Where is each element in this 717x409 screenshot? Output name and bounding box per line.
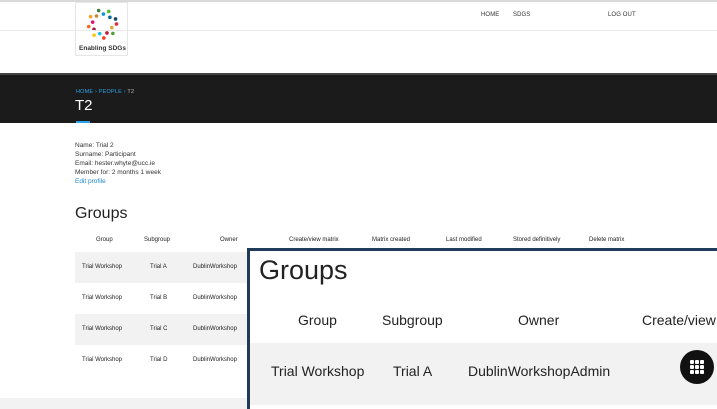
logo-dot (105, 31, 109, 35)
logo-dot (101, 12, 106, 16)
site-logo[interactable]: Enabling SDGs (75, 2, 128, 56)
zoom-cell-owner: DublinWorkshopAdmin (468, 363, 611, 379)
zoom-column-header-owner: Owner (518, 312, 560, 328)
logo-dot (108, 15, 112, 20)
column-header-create-view-matrix: Create/view matrix (289, 237, 339, 243)
page-hero: HOME › PEOPLE › T2 T2 (0, 73, 717, 123)
profile-email: Email: hester.whyte@ucc.ie (75, 160, 155, 167)
logo-dot (113, 17, 118, 21)
profile-surname: Surname: Participant (75, 151, 136, 158)
cell-subgroup: Trial B (150, 295, 168, 301)
column-header-group: Group (96, 237, 113, 243)
logo-text: Enabling SDGs (79, 45, 126, 52)
nav-logout[interactable]: LOG OUT (608, 12, 636, 18)
title-accent-bar (76, 121, 90, 123)
column-header-stored-definitively: Stored definitively (513, 237, 561, 243)
nav-home[interactable]: HOME (481, 12, 499, 18)
edit-profile-link[interactable]: Edit profile (75, 177, 161, 186)
zoom-cell-subgroup: Trial A (393, 363, 433, 379)
logo-dot (97, 31, 102, 36)
logo-dot (106, 9, 111, 14)
column-header-subgroup: Subgroup (144, 237, 171, 243)
logo-dot (88, 14, 93, 19)
breadcrumb-home[interactable]: HOME (76, 89, 93, 95)
header-divider (0, 30, 717, 31)
profile-member-for: Member for: 2 months 1 week (75, 169, 161, 176)
app-menu-button[interactable] (680, 350, 714, 384)
zoom-column-header-create-view: Create/view r (642, 312, 717, 328)
grid-menu-icon (690, 360, 704, 374)
cell-group: Trial Workshop (82, 295, 123, 301)
page-title: T2 (75, 97, 93, 114)
cell-group: Trial Workshop (82, 357, 123, 363)
zoom-column-header-group: Group (298, 312, 337, 328)
cell-group: Trial Workshop (82, 326, 123, 332)
logo-dot (96, 8, 101, 13)
logo-dot (86, 24, 91, 29)
logo-dot (90, 20, 95, 24)
profile-name: Name: Trial 2 (75, 142, 114, 149)
groups-heading: Groups (75, 205, 128, 222)
breadcrumb-people[interactable]: PEOPLE (99, 89, 122, 95)
logo-dot (110, 25, 114, 30)
column-header-last-modified: Last modified (446, 237, 482, 243)
cell-owner: DublinWorkshop (193, 357, 237, 363)
zoom-table-row: Trial Workshop Trial A DublinWorkshopAdm… (250, 343, 717, 405)
zoom-inset: Groups Group Subgroup Owner Create/view … (247, 248, 717, 409)
column-header-delete-matrix: Delete matrix (589, 237, 625, 243)
logo-dot (101, 36, 106, 40)
cell-group: Trial Workshop (82, 264, 123, 270)
logo-dot (94, 14, 99, 18)
sdg-wheel-icon (86, 8, 119, 40)
cell-subgroup: Trial A (150, 264, 167, 270)
logo-dot (111, 31, 115, 36)
nav-sdgs[interactable]: SDGS (513, 12, 530, 18)
zoom-cell-group: Trial Workshop (271, 363, 365, 379)
column-header-matrix-created: Matrix created (372, 237, 411, 243)
cell-owner: DublinWorkshop (193, 264, 237, 270)
breadcrumb-current: T2 (127, 89, 135, 95)
cell-owner: DublinWorkshop (193, 295, 237, 301)
profile-info: Name: Trial 2 Surname: Participant Email… (75, 141, 161, 186)
zoom-column-header-subgroup: Subgroup (382, 312, 443, 328)
breadcrumb: HOME › PEOPLE › T2 (76, 89, 134, 95)
logo-dot (92, 33, 96, 37)
column-header-owner: Owner (220, 237, 238, 243)
zoom-groups-heading: Groups (259, 255, 348, 285)
cell-subgroup: Trial C (150, 326, 168, 332)
logo-dot (114, 22, 119, 26)
cell-subgroup: Trial D (150, 357, 168, 363)
cell-owner: DublinWorkshop (193, 326, 237, 332)
